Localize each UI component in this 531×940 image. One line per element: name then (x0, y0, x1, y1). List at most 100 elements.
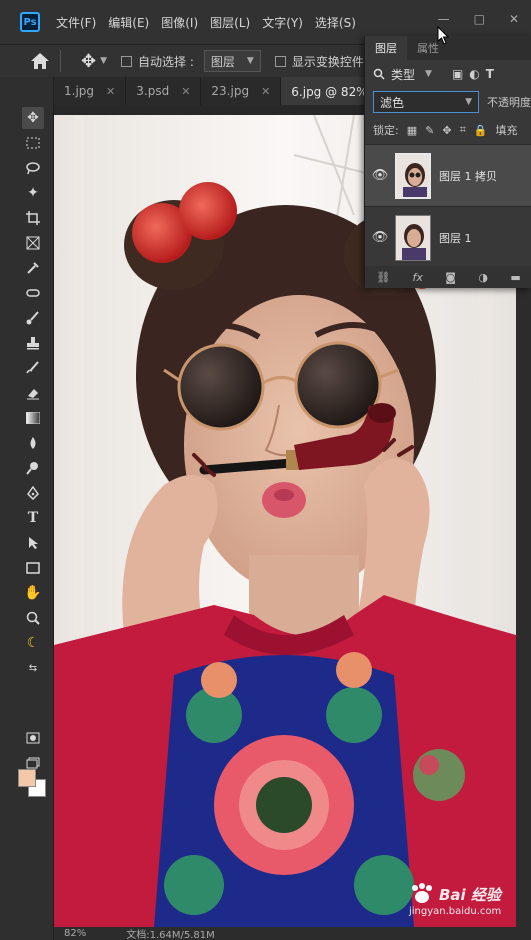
show-transform-label: 显示变换控件 (291, 54, 364, 69)
eraser-tool-icon[interactable] (22, 382, 44, 404)
paw-icon (412, 883, 432, 903)
eyedropper-icon[interactable] (22, 257, 44, 279)
tab-label: 23.jpg (211, 84, 250, 98)
close-icon[interactable]: ✕ (181, 85, 190, 98)
status-bar: 82% 文档:1.64M/5.81M (54, 927, 531, 940)
chevron-down-icon[interactable]: ▼ (425, 69, 432, 79)
eye-icon[interactable]: 👁 (365, 168, 395, 183)
auto-select-label: 自动选择 : (138, 54, 194, 69)
mask-icon[interactable]: ◙ (445, 271, 456, 284)
tab-1-jpg[interactable]: 1.jpg ✕ (54, 77, 127, 105)
layer-thumbnail (395, 214, 431, 261)
banana-icon[interactable]: ☾ (22, 632, 44, 654)
layer-name[interactable]: 图层 1 拷贝 (439, 168, 497, 184)
blur-tool-icon[interactable] (22, 432, 44, 454)
auto-select-dropdown[interactable]: 图层 ▼ (203, 50, 261, 72)
lock-all-icon[interactable]: 🔒 (474, 124, 488, 137)
gradient-tool-icon[interactable] (22, 407, 44, 429)
lock-position-icon[interactable]: ✥ (442, 124, 451, 137)
minimize-button[interactable]: — (438, 12, 450, 26)
tab-23-jpg[interactable]: 23.jpg ✕ (201, 77, 282, 105)
close-icon[interactable]: ✕ (261, 85, 270, 98)
menu-select[interactable]: 选择(S) (315, 14, 356, 31)
zoom-level[interactable]: 82% (64, 928, 86, 939)
zoom-tool-icon[interactable] (22, 607, 44, 629)
lock-artboard-icon[interactable]: ⌗ (460, 123, 466, 137)
cursor-icon (437, 26, 450, 45)
lock-label: 锁定: (373, 124, 399, 137)
menu-type[interactable]: 文字(Y) (262, 14, 303, 31)
lock-pixels-icon[interactable]: ✎ (425, 124, 434, 137)
layer-row[interactable]: 👁 图层 1 (365, 206, 531, 268)
tools-panel: ✥ ✦ T ✋ ☾ ⇆ (0, 77, 54, 940)
maximize-button[interactable]: □ (474, 12, 485, 26)
stamp-tool-icon[interactable] (22, 332, 44, 354)
blend-mode-dropdown[interactable]: 滤色 ▼ (373, 91, 479, 113)
marquee-tool-icon[interactable] (22, 132, 44, 154)
path-selection-icon[interactable] (22, 532, 44, 554)
opacity-label: 不透明度 (487, 96, 531, 109)
blend-mode-value: 滤色 (380, 95, 405, 110)
home-icon[interactable] (30, 52, 50, 70)
fx-icon[interactable]: fx (413, 271, 423, 284)
adjustment-icon[interactable]: ◑ (478, 271, 488, 284)
move-tool-icon[interactable]: ✥ (81, 51, 96, 72)
window-controls: — □ ✕ (438, 12, 519, 26)
chevron-down-icon: ▼ (246, 56, 254, 66)
menu-layer[interactable]: 图层(L) (210, 14, 250, 31)
hand-tool-icon[interactable]: ✋ (22, 582, 44, 604)
tab-label: 3.psd (136, 84, 170, 98)
auto-select-value: 图层 (210, 54, 235, 69)
divider (60, 50, 61, 72)
crop-tool-icon[interactable] (22, 207, 44, 229)
blend-row: 滤色 ▼ 不透明度 (365, 88, 531, 116)
type-tool-icon[interactable]: T (22, 507, 44, 529)
healing-brush-icon[interactable] (22, 282, 44, 304)
dodge-tool-icon[interactable] (22, 457, 44, 479)
layers-panel-footer: ⛓ fx ◙ ◑ ▬ (365, 266, 531, 288)
auto-select-checkbox[interactable] (121, 55, 133, 67)
menu-edit[interactable]: 编辑(E) (108, 14, 149, 31)
tab-layers[interactable]: 图层 (365, 36, 407, 60)
foreground-color-swatch[interactable] (18, 769, 36, 787)
rectangle-tool-icon[interactable] (22, 557, 44, 579)
adjustment-filter-icon[interactable]: ◐ (469, 67, 479, 81)
magic-wand-icon[interactable]: ✦ (22, 182, 44, 204)
pixel-filter-icon[interactable]: ▣ (452, 67, 463, 81)
photoshop-logo: Ps (20, 12, 40, 32)
close-button[interactable]: ✕ (509, 12, 519, 26)
document-size: 文档:1.64M/5.81M (126, 930, 215, 940)
chevron-down-icon: ▼ (465, 97, 472, 107)
frame-tool-icon[interactable] (22, 232, 44, 254)
swap-colors-icon[interactable]: ⇆ (22, 657, 44, 679)
layer-row[interactable]: 👁 图层 1 拷贝 (365, 144, 531, 206)
filter-type-label[interactable]: 类型 (391, 66, 415, 83)
lock-transparent-icon[interactable]: ▦ (407, 124, 417, 137)
main-menu: 文件(F) 编辑(E) 图像(I) 图层(L) 文字(Y) 选择(S) (56, 14, 356, 31)
lasso-tool-icon[interactable] (22, 157, 44, 179)
menu-file[interactable]: 文件(F) (56, 14, 96, 31)
history-brush-icon[interactable] (22, 357, 44, 379)
type-filter-icon[interactable]: T (486, 67, 494, 81)
tab-label: 1.jpg (64, 84, 95, 98)
brush-tool-icon[interactable] (22, 307, 44, 329)
lock-row: 锁定: ▦ ✎ ✥ ⌗ 🔒 填充 (365, 116, 531, 144)
watermark-title: Bai 经验 (439, 886, 501, 904)
tab-3-psd[interactable]: 3.psd ✕ (126, 77, 202, 105)
baidu-watermark: Bai 经验 jingyan.baidu.com (405, 882, 525, 922)
menu-image[interactable]: 图像(I) (161, 14, 198, 31)
chevron-down-icon[interactable]: ▼ (100, 56, 107, 66)
watermark-url: jingyan.baidu.com (409, 906, 502, 917)
eye-icon[interactable]: 👁 (365, 230, 395, 245)
move-tool-icon[interactable]: ✥ (22, 107, 44, 129)
quick-mask-icon[interactable] (22, 727, 44, 749)
folder-icon[interactable]: ▬ (510, 271, 520, 284)
link-icon[interactable]: ⛓ (376, 271, 390, 284)
pen-tool-icon[interactable] (22, 482, 44, 504)
search-icon (373, 68, 385, 80)
fill-label: 填充 (495, 124, 518, 137)
close-icon[interactable]: ✕ (106, 85, 115, 98)
layer-name[interactable]: 图层 1 (439, 230, 472, 246)
show-transform-checkbox[interactable] (274, 55, 286, 67)
layers-panel: 图层 属性 类型 ▼ ▣ ◐ T 滤色 ▼ 不透明度 锁定: ▦ ✎ ✥ ⌗ 🔒… (364, 36, 531, 288)
